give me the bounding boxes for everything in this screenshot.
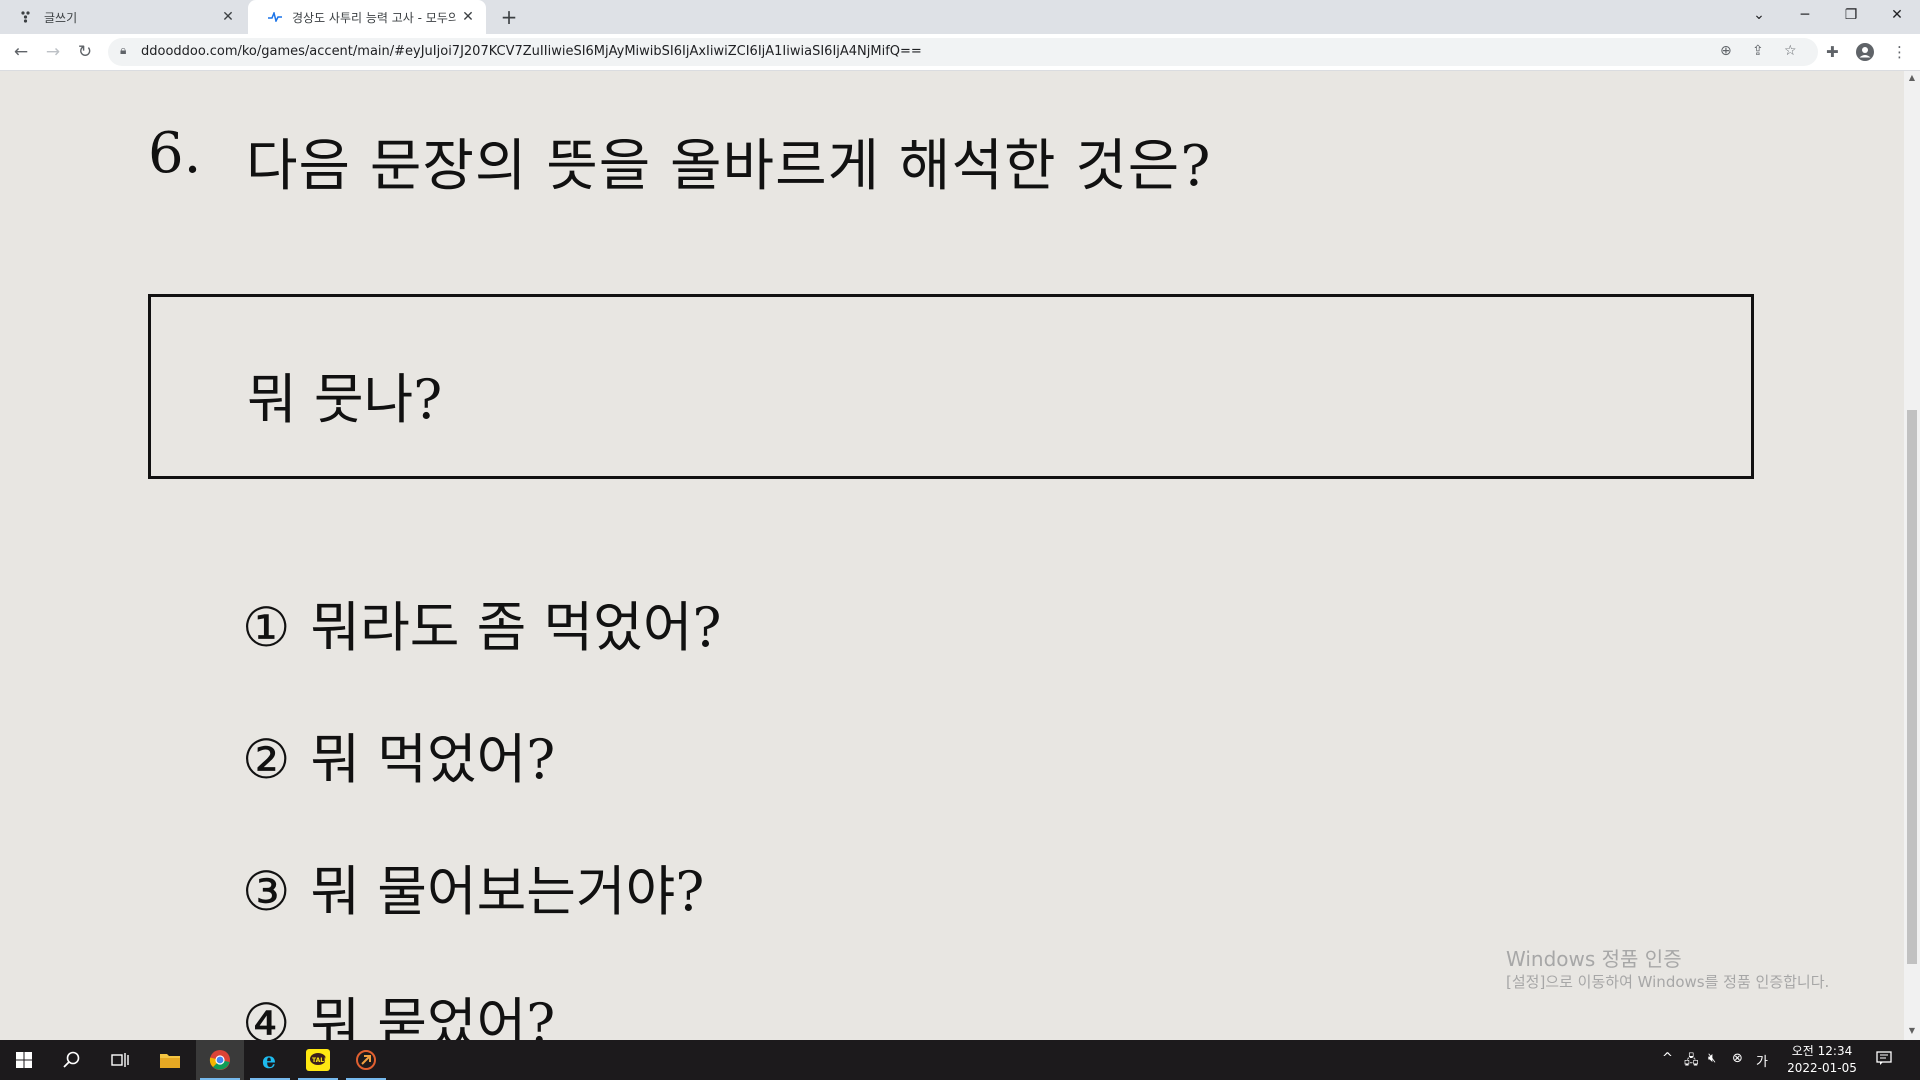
- tab-close-icon[interactable]: ✕: [456, 9, 480, 25]
- tab-close-icon[interactable]: ✕: [216, 9, 240, 25]
- notification-icon[interactable]: [1876, 1050, 1892, 1070]
- tab-search-icon[interactable]: ⌄: [1736, 0, 1782, 30]
- close-window-button[interactable]: ✕: [1874, 0, 1920, 30]
- tab-favicon-icon: [20, 10, 34, 24]
- url-text[interactable]: ddooddoo.com/ko/games/accent/main/#eyJuI…: [141, 44, 922, 59]
- task-view-icon[interactable]: [96, 1040, 144, 1080]
- tray-overflow-icon[interactable]: ^: [1662, 1051, 1673, 1066]
- file-explorer-icon[interactable]: [146, 1040, 194, 1080]
- tab-title: 경상도 사투리 능력 고사 - 모두의: [292, 10, 456, 25]
- answer-option-3[interactable]: ③ 뭐 물어보는거야?: [242, 847, 704, 926]
- tab-favicon-icon: [268, 10, 282, 24]
- clock[interactable]: 오전 12:34 2022-01-05: [1784, 1043, 1860, 1077]
- reload-icon[interactable]: ↻: [73, 42, 97, 62]
- option-marker: ③: [242, 860, 291, 923]
- svg-text:e: e: [262, 1049, 276, 1071]
- volume-muted-icon[interactable]: 🔇︎: [1708, 1051, 1716, 1066]
- error-status-icon[interactable]: ⊗: [1732, 1051, 1743, 1066]
- page-content: 6. 다음 문장의 뜻을 올바르게 해석한 것은? 뭐 뭇나? ① 뭐라도 좀 먹…: [0, 71, 1904, 1040]
- question-text: 다음 문장의 뜻을 올바르게 해석한 것은?: [246, 134, 1212, 199]
- bookmark-star-icon[interactable]: ☆: [1784, 43, 1797, 59]
- option-marker: ②: [242, 728, 291, 791]
- back-icon[interactable]: ←: [9, 42, 33, 62]
- scroll-down-icon[interactable]: ▼: [1904, 1026, 1920, 1035]
- page-scrollbar[interactable]: ▲ ▼: [1904, 71, 1920, 1040]
- clock-date: 2022-01-05: [1787, 1061, 1857, 1075]
- lock-icon: 🔒︎: [120, 43, 127, 57]
- chrome-icon[interactable]: [196, 1040, 244, 1080]
- question-number: 6.: [148, 121, 202, 186]
- option-text: 뭐 묻었어?: [310, 992, 556, 1040]
- profile-avatar-icon[interactable]: [1856, 43, 1874, 65]
- browser-toolbar: ← → ↻ 🔒︎ ddooddoo.com/ko/games/accent/ma…: [0, 34, 1920, 71]
- search-icon[interactable]: [48, 1040, 96, 1080]
- new-tab-button[interactable]: +: [497, 5, 521, 29]
- phrase-box: 뭐 뭇나?: [148, 294, 1754, 479]
- answer-option-4[interactable]: ④ 뭐 묻었어?: [242, 979, 555, 1040]
- address-bar[interactable]: 🔒︎ ddooddoo.com/ko/games/accent/main/#ey…: [108, 38, 1818, 66]
- zoom-icon[interactable]: ⊕: [1720, 43, 1732, 59]
- tab-title: 글쓰기: [44, 10, 78, 25]
- tab-quiz[interactable]: 경상도 사투리 능력 고사 - 모두의 ✕: [248, 0, 486, 34]
- clock-time: 오전 12:34: [1791, 1044, 1853, 1058]
- option-text: 뭐 먹었어?: [310, 728, 556, 791]
- scroll-up-icon[interactable]: ▲: [1904, 73, 1920, 82]
- scrollbar-thumb[interactable]: [1907, 410, 1917, 964]
- tab-strip: 글쓰기 ✕ 경상도 사투리 능력 고사 - 모두의 ✕ + ⌄ ─ ❐ ✕: [0, 0, 1920, 34]
- menu-icon[interactable]: ⋮: [1892, 43, 1907, 61]
- answer-option-1[interactable]: ① 뭐라도 좀 먹었어?: [242, 583, 721, 662]
- kakaotalk-icon[interactable]: TALK: [294, 1040, 342, 1080]
- svg-text:TALK: TALK: [312, 1057, 329, 1064]
- network-icon[interactable]: 🖧︎: [1684, 1051, 1699, 1073]
- forward-icon[interactable]: →: [41, 42, 65, 62]
- option-text: 뭐라도 좀 먹었어?: [310, 596, 722, 659]
- taskbar: e TALK ^ 🖧︎ 🔇︎ ⊗ 가 오전 12:34 2022-01-05: [0, 1040, 1920, 1080]
- phrase-text: 뭐 뭇나?: [247, 368, 443, 431]
- internet-explorer-icon[interactable]: e: [246, 1040, 294, 1080]
- minimize-button[interactable]: ─: [1782, 0, 1828, 30]
- activation-watermark-subtitle: [설정]으로 이동하여 Windows를 정품 인증합니다.: [1506, 973, 1830, 991]
- extensions-icon[interactable]: ✚: [1826, 43, 1839, 61]
- answer-option-2[interactable]: ② 뭐 먹었어?: [242, 715, 555, 794]
- restore-button[interactable]: ❐: [1828, 0, 1874, 30]
- activation-watermark-title: Windows 정품 인증: [1506, 947, 1682, 971]
- option-marker: ④: [242, 992, 291, 1040]
- start-windows-icon[interactable]: [0, 1040, 48, 1080]
- tab-writing[interactable]: 글쓰기 ✕: [0, 0, 246, 34]
- option-marker: ①: [242, 596, 291, 659]
- app-icon[interactable]: [342, 1040, 390, 1080]
- option-text: 뭐 물어보는거야?: [310, 860, 705, 923]
- share-icon[interactable]: ⇪: [1752, 43, 1764, 59]
- ime-icon[interactable]: 가: [1756, 1051, 1768, 1070]
